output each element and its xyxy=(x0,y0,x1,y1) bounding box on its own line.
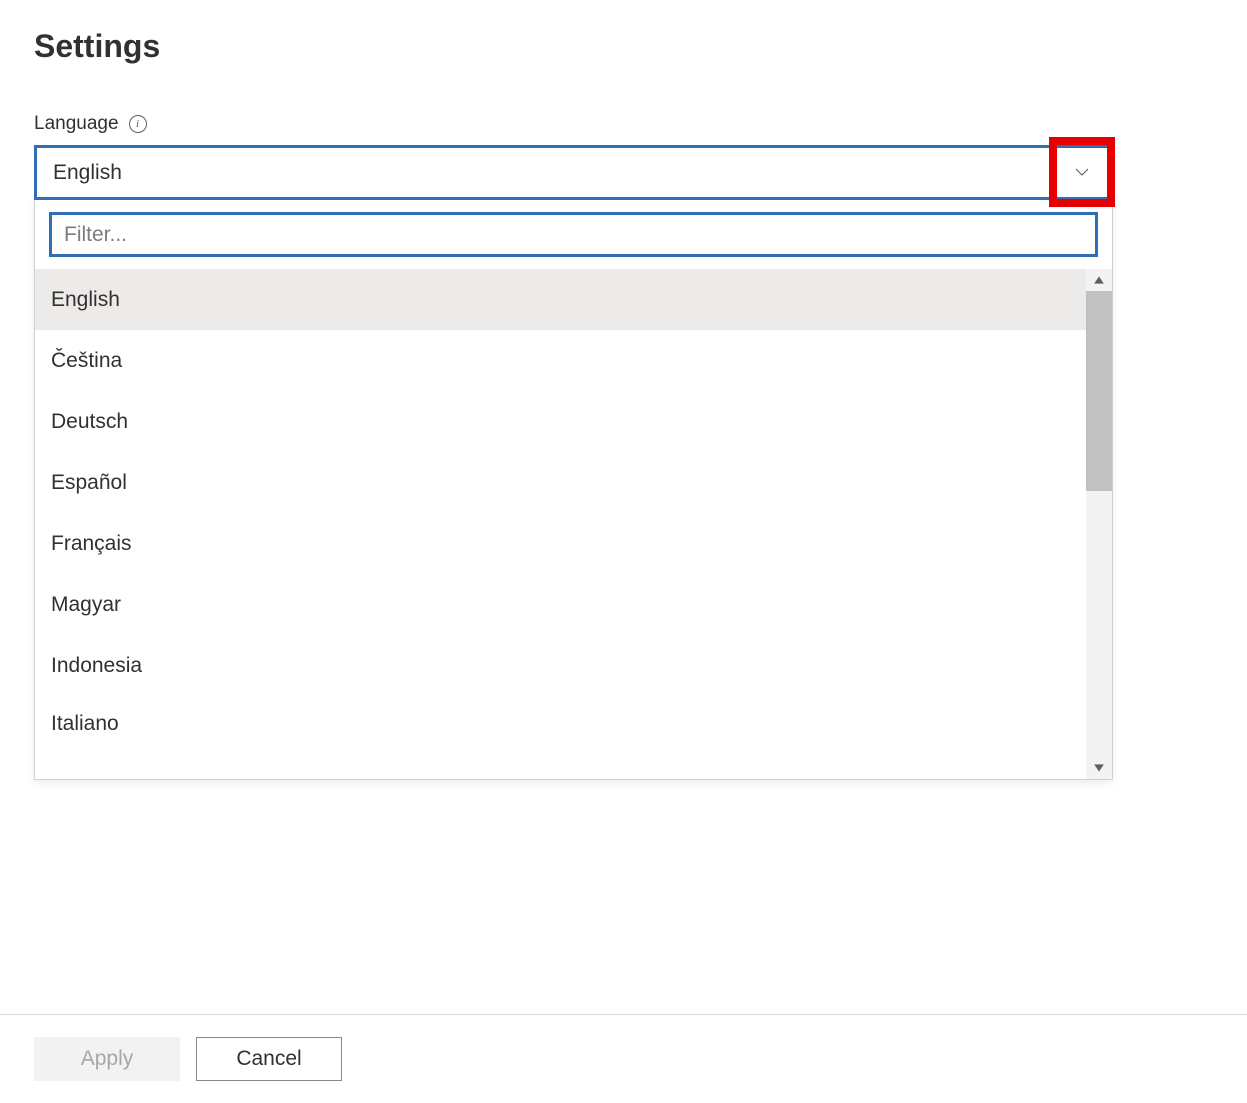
language-options-list: English Čeština Deutsch Español Français… xyxy=(35,269,1086,779)
cancel-button[interactable]: Cancel xyxy=(196,1037,342,1081)
language-dropdown[interactable]: English xyxy=(34,145,1113,200)
info-icon[interactable]: i xyxy=(129,115,147,133)
language-dropdown-panel: English Čeština Deutsch Español Français… xyxy=(34,200,1113,780)
language-dropdown-wrapper: English English Čeština Deutsch Español … xyxy=(34,145,1213,780)
language-dropdown-value: English xyxy=(53,161,122,185)
chevron-down-icon[interactable] xyxy=(1073,163,1091,181)
language-option[interactable]: English xyxy=(35,269,1086,330)
language-label-row: Language i xyxy=(34,113,1213,135)
language-option[interactable]: Español xyxy=(35,452,1086,513)
filter-wrap xyxy=(35,200,1112,269)
language-option[interactable]: Deutsch xyxy=(35,391,1086,452)
scrollbar-track[interactable] xyxy=(1086,269,1112,779)
apply-button[interactable]: Apply xyxy=(34,1037,180,1081)
language-option[interactable]: Indonesia xyxy=(35,635,1086,696)
page-title: Settings xyxy=(34,28,1213,65)
language-option[interactable]: Čeština xyxy=(35,330,1086,391)
scroll-up-arrow-icon[interactable] xyxy=(1086,269,1112,291)
highlight-box xyxy=(1049,137,1115,207)
language-option[interactable]: Italiano xyxy=(35,696,1086,743)
language-filter-input[interactable] xyxy=(49,212,1098,257)
scrollbar-thumb[interactable] xyxy=(1086,291,1112,491)
options-viewport: English Čeština Deutsch Español Français… xyxy=(35,269,1112,779)
footer: Apply Cancel xyxy=(0,1014,1247,1103)
scroll-down-arrow-icon[interactable] xyxy=(1086,757,1112,779)
language-label: Language xyxy=(34,113,119,135)
language-option[interactable]: Magyar xyxy=(35,574,1086,635)
language-option[interactable]: Français xyxy=(35,513,1086,574)
